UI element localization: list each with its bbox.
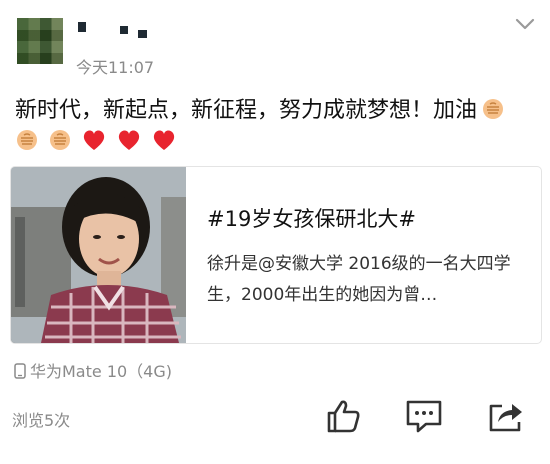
fist-icon <box>50 130 71 150</box>
device-label: 华为Mate 10（4G) <box>30 362 172 381</box>
post-body: 新时代，新起点，新征程，努力成就梦想！加油 <box>15 98 478 123</box>
link-card[interactable]: #19岁女孩保研北大# 徐升是@安徽大学 2016级的一名大四学生，2000年出… <box>10 166 542 344</box>
fist-icon <box>17 130 37 150</box>
chevron-down-icon[interactable] <box>514 16 536 32</box>
device-info: 华为Mate 10（4G) <box>14 358 172 382</box>
comment-icon[interactable] <box>404 398 444 434</box>
post-time: 今天11:07 <box>76 58 155 77</box>
card-photo <box>11 167 186 343</box>
share-icon[interactable] <box>486 398 526 434</box>
heart-icon <box>119 130 140 150</box>
view-count: 浏览5次 <box>12 411 71 430</box>
thumbs-up-icon[interactable] <box>324 398 364 434</box>
fist-icon <box>483 99 504 119</box>
emoji-row <box>15 128 181 154</box>
heart-icon <box>154 130 175 150</box>
card-title: #19岁女孩保研北大# <box>207 207 416 231</box>
card-description: 徐升是@安徽大学 2016级的一名大四学生，2000年出生的她因为曾… <box>207 254 511 305</box>
avatar[interactable] <box>17 18 63 64</box>
phone-icon <box>14 363 26 379</box>
author-name-redacted[interactable] <box>76 18 156 42</box>
heart-icon <box>84 130 105 150</box>
post-text: 新时代，新起点，新征程，努力成就梦想！加油 <box>15 94 540 128</box>
